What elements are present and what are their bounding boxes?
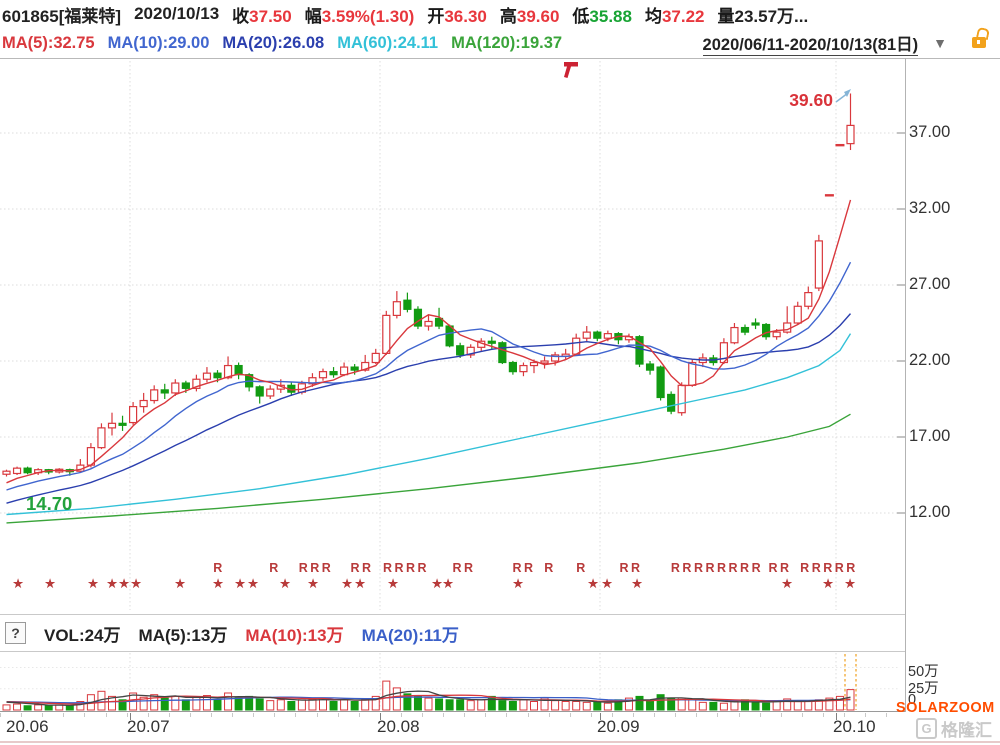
month-label: 20.06 [6, 717, 49, 737]
svg-text:★: ★ [387, 576, 399, 591]
price-tick: 22.00 [909, 351, 979, 370]
svg-text:★: ★ [601, 576, 613, 591]
month-label: 20.09 [597, 717, 640, 737]
price-tick: 32.00 [909, 199, 979, 218]
help-button[interactable]: ? [5, 622, 26, 644]
svg-text:★: ★ [247, 576, 259, 591]
svg-text:RR: RR [619, 561, 642, 575]
field-change: 幅3.59%(1.30) [305, 2, 415, 27]
stock-chart-app: 601865[福莱特] 2020/10/13 收37.50 幅3.59%(1.3… [0, 0, 1000, 745]
vol-value: VOL:24万 [44, 621, 121, 646]
price-axis-line [905, 58, 906, 712]
svg-text:★: ★ [212, 576, 224, 591]
svg-text:★: ★ [12, 576, 24, 591]
svg-text:RRRRR: RRRRR [800, 561, 858, 575]
svg-text:R: R [213, 561, 225, 575]
svg-text:★: ★ [341, 576, 353, 591]
svg-text:★: ★ [234, 576, 246, 591]
svg-text:39.60: 39.60 [789, 90, 833, 110]
main-chart[interactable]: ★★★★★★★★★★★★★★★★★★★★★★★★RRRRRRRRRRRRRRRR… [0, 58, 905, 612]
field-avg: 均37.22 [645, 2, 705, 27]
svg-text:★: ★ [512, 576, 524, 591]
price-tick: 12.00 [909, 503, 979, 522]
svg-text:RRRR: RRRR [383, 561, 429, 575]
field-volume: 量23.57万... [718, 2, 809, 27]
month-label: 20.07 [127, 717, 170, 737]
svg-text:★: ★ [279, 576, 291, 591]
svg-text:R: R [576, 561, 588, 575]
logo-g-icon: G [916, 718, 937, 739]
field-high: 高39.60 [500, 2, 560, 27]
field-low: 低35.88 [572, 2, 632, 27]
svg-text:★: ★ [118, 576, 130, 591]
ma10-legend: MA(10):29.00 [108, 34, 210, 53]
svg-text:★: ★ [354, 576, 366, 591]
price-tick: 27.00 [909, 275, 979, 294]
field-open: 开36.30 [427, 2, 487, 27]
svg-text:RR: RR [768, 561, 791, 575]
month-label: 20.08 [377, 717, 420, 737]
svg-text:★: ★ [87, 576, 99, 591]
trade-date: 2020/10/13 [134, 4, 219, 24]
svg-text:★: ★ [442, 576, 454, 591]
svg-text:RRR: RRR [299, 561, 334, 575]
ma-legend-bar: MA(5):32.75 MA(10):29.00 MA(20):26.08 MA… [2, 28, 998, 58]
svg-text:RRRRRRRR: RRRRRRRR [671, 561, 763, 575]
svg-text:RR: RR [512, 561, 535, 575]
field-close: 收37.50 [232, 2, 292, 27]
ma60-legend: MA(60):24.11 [337, 34, 438, 53]
vol-ma20-legend: MA(20):11万 [362, 621, 459, 646]
gelonghui-logo: G 格隆汇 [916, 716, 992, 741]
svg-text:★: ★ [822, 576, 834, 591]
svg-text:★: ★ [844, 576, 856, 591]
logo-text: 格隆汇 [941, 716, 992, 741]
svg-text:★: ★ [781, 576, 793, 591]
svg-text:14.70: 14.70 [26, 493, 72, 514]
svg-text:R: R [269, 561, 281, 575]
svg-text:★: ★ [587, 576, 599, 591]
svg-text:★: ★ [106, 576, 118, 591]
svg-text:★: ★ [44, 576, 56, 591]
title-bar: 601865[福莱特] 2020/10/13 收37.50 幅3.59%(1.3… [2, 0, 998, 28]
x-axis: 20.06 20.07 20.08 20.09 20.10 [0, 713, 1000, 743]
svg-text:RR: RR [350, 561, 373, 575]
price-tick: 37.00 [909, 123, 979, 142]
vol-ma10-legend: MA(10):13万 [245, 621, 343, 646]
vol-ma5-legend: MA(5):13万 [139, 621, 228, 646]
chevron-down-icon[interactable]: ▼ [933, 35, 947, 51]
volume-header: ? VOL:24万 MA(5):13万 MA(10):13万 MA(20):11… [0, 614, 905, 652]
date-range-selector[interactable]: 2020/06/11-2020/10/13(81日) [703, 31, 919, 56]
solarzoom-watermark: SOLARZOOM [896, 700, 995, 716]
svg-text:R: R [544, 561, 556, 575]
ma120-legend: MA(120):19.37 [451, 34, 562, 53]
stock-code-name: 601865[福莱特] [2, 2, 121, 27]
volume-baseline [0, 711, 906, 712]
svg-text:★: ★ [174, 576, 186, 591]
ma5-legend: MA(5):32.75 [2, 34, 95, 53]
svg-text:★: ★ [631, 576, 643, 591]
volume-chart[interactable] [0, 652, 905, 711]
unlock-icon[interactable] [972, 37, 986, 48]
bottom-border [0, 741, 1000, 743]
svg-text:RR: RR [452, 561, 475, 575]
svg-text:★: ★ [130, 576, 142, 591]
svg-text:★: ★ [307, 576, 319, 591]
month-label: 20.10 [833, 717, 876, 737]
price-tick: 17.00 [909, 427, 979, 446]
ma20-legend: MA(20):26.08 [222, 34, 324, 53]
